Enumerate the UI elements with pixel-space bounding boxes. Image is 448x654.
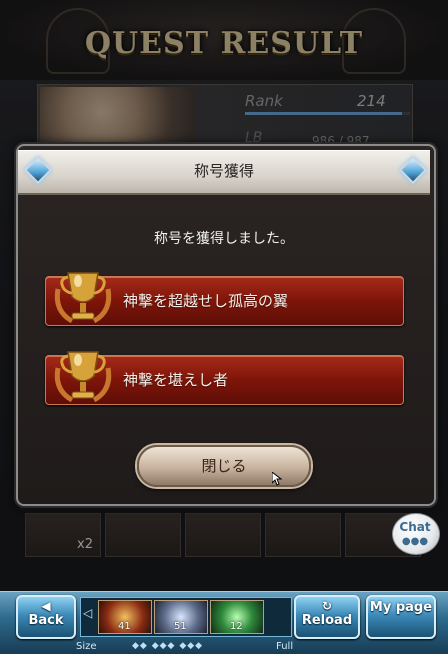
trophy-icon: [54, 272, 112, 324]
back-label[interactable]: Back: [16, 613, 76, 628]
acquired-title-row: 神撃を超越せし孤高の翼: [45, 272, 404, 326]
item-count: 41: [118, 621, 131, 632]
dialog-message: 称号を獲得しました。: [154, 231, 294, 247]
tray-left-arrow-icon[interactable]: ◁: [83, 606, 92, 620]
close-button-label[interactable]: 閉じる: [137, 445, 311, 487]
item-count: 51: [174, 621, 187, 632]
size-selector-dots[interactable]: ◆◆ ◆◆◆ ◆◆◆: [132, 641, 203, 651]
chat-dots: ●●●: [401, 536, 429, 547]
back-arrow-icon: ◀: [41, 599, 51, 613]
title-name: 神撃を堪えし者: [123, 371, 229, 389]
title-name: 神撃を超越せし孤高の翼: [123, 292, 289, 310]
dialog-title: 称号獲得: [193, 162, 254, 180]
mouse-cursor-icon: [272, 472, 282, 486]
reload-icon: ↻: [321, 599, 333, 613]
chat-label[interactable]: Chat: [392, 520, 438, 534]
mypage-label[interactable]: My page: [366, 601, 436, 615]
item-count: 12: [230, 621, 243, 632]
reload-label[interactable]: Reload: [294, 613, 360, 628]
size-label: Size: [76, 641, 97, 652]
trophy-icon: [54, 351, 112, 403]
acquired-title-row: 神撃を堪えし者: [45, 351, 404, 405]
full-label: Full: [276, 641, 294, 652]
